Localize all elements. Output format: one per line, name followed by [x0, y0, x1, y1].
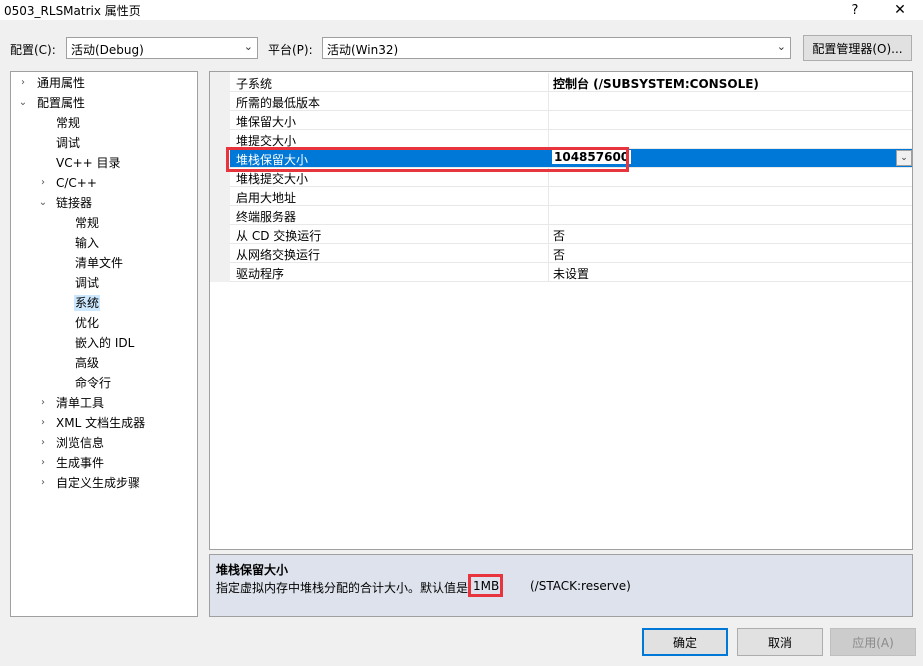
grid-gutter: [210, 72, 230, 282]
column-divider: [548, 73, 549, 92]
column-divider: [548, 111, 549, 130]
description-switch: (/STACK:reserve): [530, 579, 631, 593]
tree-item-label: 自定义生成步骤: [56, 476, 141, 490]
property-grid: 子系统 控制台 (/SUBSYSTEM:CONSOLE) 所需的最低版本 堆保留…: [209, 71, 913, 550]
platform-dropdown[interactable]: 活动(Win32) ⌄: [322, 37, 791, 59]
chevron-down-icon: ⌄: [38, 197, 48, 208]
description-title: 堆栈保留大小: [216, 563, 289, 577]
property-row-driver[interactable]: 驱动程序 未设置: [230, 263, 912, 282]
property-value: 未设置: [553, 267, 590, 281]
property-row-subsystem[interactable]: 子系统 控制台 (/SUBSYSTEM:CONSOLE): [230, 73, 912, 92]
chevron-right-icon: ›: [41, 397, 45, 408]
tree-item-label: 调试: [56, 136, 81, 150]
property-row-swap-network[interactable]: 从网络交换运行 否: [230, 244, 912, 263]
tree-item-label: 优化: [75, 316, 100, 330]
help-button[interactable]: ?: [840, 0, 870, 20]
tree-item-label: 嵌入的 IDL: [75, 336, 135, 350]
tree-item-linker-input[interactable]: 输入: [75, 233, 99, 253]
close-icon[interactable]: ✕: [885, 0, 915, 20]
property-name: 所需的最低版本: [236, 96, 321, 110]
tree-item-linker-command-line[interactable]: 命令行: [75, 373, 111, 393]
property-name: 启用大地址: [236, 191, 297, 205]
description-text: 指定虚拟内存中堆栈分配的合计大小。默认值是: [216, 581, 469, 595]
tree-item-linker-embedded-idl[interactable]: 嵌入的 IDL: [75, 333, 134, 353]
chevron-right-icon: ›: [41, 177, 45, 188]
tree-item-label: 清单工具: [56, 396, 105, 410]
tree-item-label: 通用属性: [37, 76, 86, 90]
description-panel: 堆栈保留大小 指定虚拟内存中堆栈分配的合计大小。默认值是 1MB (/STACK…: [209, 554, 913, 617]
tree-item-label: 浏览信息: [56, 436, 105, 450]
column-divider: [548, 187, 549, 206]
tree-item-label: 配置属性: [37, 96, 86, 110]
tree-item-linker-system[interactable]: 系统: [74, 293, 101, 313]
tree-item-label: 生成事件: [56, 456, 105, 470]
chevron-right-icon: ›: [41, 477, 45, 488]
config-dropdown[interactable]: 活动(Debug) ⌄: [66, 37, 258, 59]
tree-item-label: 链接器: [56, 196, 93, 210]
platform-value: 活动(Win32): [327, 43, 399, 57]
tree-item-linker-manifest[interactable]: 清单文件: [75, 253, 123, 273]
property-name: 终端服务器: [236, 210, 297, 224]
tree-item-label: 高级: [75, 356, 100, 370]
chevron-right-icon: ›: [41, 457, 45, 468]
tree-item-linker-optimization[interactable]: 优化: [75, 313, 99, 333]
column-divider: [548, 225, 549, 244]
property-row-large-address[interactable]: 启用大地址: [230, 187, 912, 206]
property-row-terminal-server[interactable]: 终端服务器: [230, 206, 912, 225]
chevron-right-icon: ›: [41, 417, 45, 428]
highlight-box: [468, 574, 503, 597]
tree-item-vc-directories[interactable]: VC++ 目录: [56, 153, 121, 173]
ok-button[interactable]: 确定: [642, 628, 728, 656]
chevron-down-icon[interactable]: ⌄: [896, 150, 912, 166]
property-value: 控制台 (/SUBSYSTEM:CONSOLE): [553, 77, 759, 91]
column-divider: [548, 92, 549, 111]
property-name: 从 CD 交换运行: [236, 229, 322, 243]
column-divider: [548, 263, 549, 282]
property-value: 否: [553, 229, 566, 243]
window-title: 0503_RLSMatrix 属性页: [4, 4, 141, 18]
tree-item-label: 清单文件: [75, 256, 124, 270]
property-name: 堆栈提交大小: [236, 172, 309, 186]
tree-item-linker-advanced[interactable]: 高级: [75, 353, 99, 373]
property-row-min-version[interactable]: 所需的最低版本: [230, 92, 912, 111]
apply-button[interactable]: 应用(A): [830, 628, 916, 656]
column-divider: [548, 244, 549, 263]
property-value: 否: [553, 248, 566, 262]
tree-item-label: XML 文档生成器: [56, 416, 146, 430]
platform-label: 平台(P):: [268, 43, 313, 57]
tree-item-label: C/C++: [56, 176, 97, 190]
property-name: 从网络交换运行: [236, 248, 321, 262]
property-row-heap-reserve[interactable]: 堆保留大小: [230, 111, 912, 130]
chevron-down-icon: ⌄: [243, 40, 253, 53]
chevron-right-icon: ›: [21, 77, 25, 88]
highlight-box: [226, 147, 629, 172]
property-name: 堆保留大小: [236, 115, 297, 129]
config-manager-button[interactable]: 配置管理器(O)...: [803, 35, 912, 61]
property-name: 子系统: [236, 77, 273, 91]
column-divider: [548, 206, 549, 225]
tree-item-label: VC++ 目录: [56, 156, 121, 170]
chevron-down-icon: ⌄: [18, 97, 28, 108]
config-value: 活动(Debug): [71, 43, 144, 57]
chevron-right-icon: ›: [41, 437, 45, 448]
tree-item-linker-general[interactable]: 常规: [75, 213, 99, 233]
tree-item-label: 系统: [74, 295, 101, 311]
cancel-button[interactable]: 取消: [737, 628, 823, 656]
property-row-swap-cd[interactable]: 从 CD 交换运行 否: [230, 225, 912, 244]
tree-item-debugging[interactable]: 调试: [56, 133, 80, 153]
property-tree: › 通用属性 ⌄ 配置属性 常规 调试 VC++ 目录 › C/C++ ⌄ 链接…: [10, 71, 198, 617]
property-name: 驱动程序: [236, 267, 285, 281]
tree-item-label: 常规: [75, 216, 100, 230]
tree-item-label: 命令行: [75, 376, 112, 390]
tree-item-label: 常规: [56, 116, 81, 130]
config-label: 配置(C):: [10, 43, 56, 57]
tree-item-label: 调试: [75, 276, 100, 290]
tree-item-general[interactable]: 常规: [56, 113, 80, 133]
tree-item-label: 输入: [75, 236, 100, 250]
tree-item-linker-debugging[interactable]: 调试: [75, 273, 99, 293]
chevron-down-icon: ⌄: [776, 40, 786, 53]
title-bar: 0503_RLSMatrix 属性页 ? ✕: [0, 0, 923, 20]
